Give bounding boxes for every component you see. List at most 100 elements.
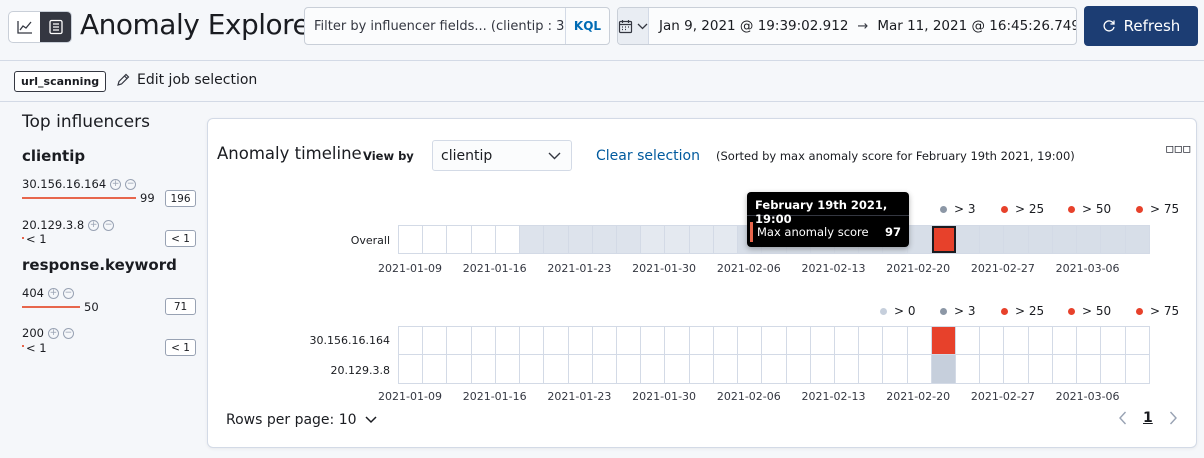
swimlane-cell[interactable]	[641, 327, 666, 354]
swimlane-cell[interactable]	[496, 226, 521, 253]
swimlane-cell[interactable]	[568, 226, 593, 253]
swimlane-cell[interactable]	[593, 355, 617, 383]
swimlane-cell[interactable]	[520, 226, 545, 253]
swimlane-cell[interactable]	[423, 226, 448, 253]
filter-for-icon[interactable]: +	[47, 287, 59, 299]
edit-job-selection-link[interactable]: Edit job selection	[116, 72, 257, 88]
swimlane-cell[interactable]	[1029, 355, 1053, 383]
swimlane-cell[interactable]	[1053, 327, 1078, 354]
swimlane-cell[interactable]	[1052, 226, 1078, 253]
swimlane-cell[interactable]	[496, 327, 521, 354]
swimlane-cell[interactable]	[1126, 355, 1149, 383]
swimlane-cell[interactable]	[447, 226, 472, 253]
swimlane-cell[interactable]	[1077, 327, 1102, 354]
filter-for-icon[interactable]: +	[88, 219, 100, 231]
filter-input[interactable]: Filter by influencer fields... (clientip…	[305, 19, 565, 34]
swimlane-cell[interactable]	[423, 327, 448, 354]
swimlane-cell[interactable]	[399, 327, 424, 354]
chevron-right-icon[interactable]	[1169, 411, 1178, 425]
swimlane-cell[interactable]	[713, 226, 739, 253]
influencer-filter-bar[interactable]: Filter by influencer fields... (clientip…	[304, 7, 610, 45]
swimlane-cell[interactable]	[447, 327, 472, 354]
swimlane-cell[interactable]	[1029, 327, 1053, 354]
swimlane-cell[interactable]	[762, 355, 787, 383]
filter-for-icon[interactable]: +	[47, 327, 59, 339]
swimlane-cell[interactable]	[690, 355, 714, 383]
swimlane-cell[interactable]	[617, 355, 642, 383]
swimlane-cell[interactable]	[811, 327, 835, 354]
swimlane-cell[interactable]	[520, 327, 545, 354]
swimlane-row[interactable]	[398, 355, 1150, 384]
filter-out-icon[interactable]: −	[103, 219, 115, 231]
filter-for-icon[interactable]: +	[110, 178, 122, 190]
swimlane-cell[interactable]	[787, 327, 811, 354]
swimlane-cell[interactable]	[883, 327, 908, 354]
swimlane-cell[interactable]	[738, 355, 763, 383]
swimlane-cell[interactable]	[665, 355, 690, 383]
swimlane-cell[interactable]	[835, 355, 860, 383]
swimlane-cell[interactable]	[1101, 355, 1126, 383]
swimlane-cell[interactable]	[883, 355, 908, 383]
swimlane-row[interactable]	[398, 326, 1150, 355]
swimlane-cell[interactable]	[1004, 355, 1029, 383]
swimlane-cell[interactable]	[907, 226, 932, 253]
rows-per-page-button[interactable]: Rows per page: 10	[226, 412, 377, 428]
swimlane-cell[interactable]	[593, 327, 617, 354]
swimlane-cell[interactable]	[1101, 226, 1126, 253]
swimlane-cell[interactable]	[908, 327, 932, 354]
swimlane-cell[interactable]	[1053, 355, 1078, 383]
swimlane-cell[interactable]	[811, 355, 835, 383]
swimlane-cell[interactable]	[787, 355, 811, 383]
refresh-button[interactable]: Refresh	[1084, 6, 1198, 46]
swimlane-cell[interactable]	[1004, 327, 1029, 354]
swimlane-cell[interactable]	[472, 355, 496, 383]
swimlane-cell[interactable]	[592, 226, 617, 253]
swimlane-cell[interactable]	[956, 327, 981, 354]
swimlane-cell[interactable]	[980, 327, 1005, 354]
date-start[interactable]: Jan 9, 2021 @ 19:39:02.912	[649, 18, 848, 34]
swimlane-cell[interactable]	[1077, 355, 1102, 383]
swimlane-cell[interactable]	[690, 327, 714, 354]
swimlane-cell[interactable]	[399, 355, 424, 383]
swimlane-cell[interactable]	[956, 355, 981, 383]
swimlane-cell[interactable]	[447, 355, 472, 383]
swimlane-cell[interactable]	[762, 327, 787, 354]
swimlane-cell[interactable]	[1125, 226, 1149, 253]
swimlane-cell[interactable]	[665, 226, 690, 253]
swimlane-cell[interactable]	[980, 226, 1005, 253]
clear-selection-link[interactable]: Clear selection	[596, 148, 700, 164]
filter-out-icon[interactable]: −	[62, 287, 74, 299]
swimlane-cell[interactable]	[1028, 226, 1053, 253]
swimlane-cell[interactable]	[859, 355, 884, 383]
swimlane-cell[interactable]	[835, 327, 860, 354]
swimlane-cell[interactable]	[665, 327, 690, 354]
swimlane-cell[interactable]	[399, 226, 424, 253]
swimlane-cell[interactable]	[641, 355, 666, 383]
view-by-select[interactable]: clientip	[432, 140, 572, 171]
swimlane-cell[interactable]	[472, 327, 496, 354]
swimlane-cell[interactable]	[931, 226, 957, 253]
swimlane-cell[interactable]	[544, 355, 569, 383]
swimlane-cell[interactable]	[714, 355, 739, 383]
filter-out-icon[interactable]: −	[125, 178, 137, 190]
swimlane-cell[interactable]	[423, 355, 448, 383]
swimlane-cell[interactable]	[472, 226, 496, 253]
more-options-icon[interactable]: ▫▫▫	[1165, 141, 1191, 157]
swimlane-cell[interactable]	[496, 355, 521, 383]
swimlane-cell[interactable]	[617, 327, 642, 354]
swimlane-cell[interactable]	[641, 226, 666, 253]
swimlane-cell[interactable]	[1004, 226, 1029, 253]
filter-out-icon[interactable]: −	[62, 327, 74, 339]
swimlane-cell[interactable]	[931, 355, 957, 383]
swimlane-cell[interactable]	[1101, 327, 1126, 354]
swimlane-cell[interactable]	[616, 226, 642, 253]
swimlane-cell[interactable]	[544, 226, 569, 253]
anomaly-explorer-view-button[interactable]	[40, 12, 71, 42]
date-end[interactable]: Mar 11, 2021 @ 16:45:26.749	[877, 18, 1076, 34]
swimlane-cell[interactable]	[931, 327, 957, 354]
chevron-left-icon[interactable]	[1118, 411, 1127, 425]
swimlane-cell[interactable]	[714, 327, 739, 354]
swimlane-cell[interactable]	[1126, 327, 1149, 354]
quick-select-button[interactable]	[618, 8, 649, 44]
swimlane-cell[interactable]	[956, 226, 981, 253]
